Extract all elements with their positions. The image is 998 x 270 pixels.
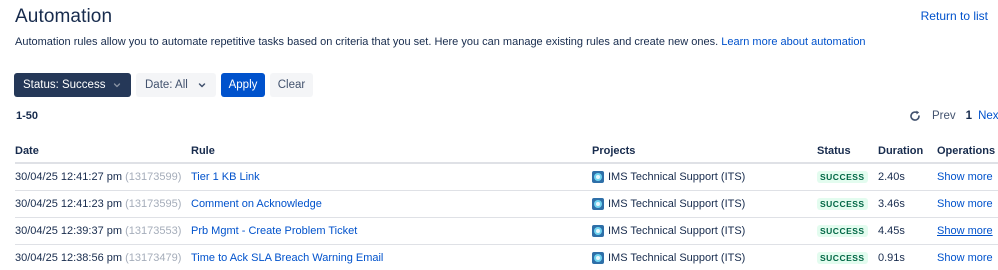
page-title: Automation (15, 6, 113, 27)
clear-button[interactable]: Clear (270, 73, 313, 97)
cell-duration: 3.46s (878, 190, 937, 218)
status-filter-dropdown[interactable]: Status: Success (14, 73, 131, 97)
row-timestamp: 30/04/25 12:38:56 pm (15, 251, 123, 264)
cell-date: 30/04/25 12:38:56 pm (13173479) (15, 244, 191, 270)
rule-link[interactable]: Comment on Acknowledge (191, 198, 322, 210)
prev-page-link: Prev (932, 110, 956, 122)
chevron-down-icon (197, 80, 207, 90)
cell-rule: Tier 1 KB Link (191, 163, 592, 191)
project: IMS Technical Support (ITS) (592, 251, 817, 264)
project-name: IMS Technical Support (ITS) (608, 197, 746, 210)
cell-project: IMS Technical Support (ITS) (592, 190, 817, 218)
cell-status: SUCCESS (817, 244, 878, 270)
project-name: IMS Technical Support (ITS) (608, 251, 746, 264)
table-header-row: Date Rule Projects Status Duration Opera… (15, 139, 998, 164)
project-name: IMS Technical Support (ITS) (608, 170, 746, 183)
cell-project: IMS Technical Support (ITS) (592, 244, 817, 270)
cell-duration: 0.91s (878, 244, 937, 270)
page-header: Automation (15, 6, 112, 28)
show-more-link[interactable]: Show more (937, 225, 993, 237)
pagination: Prev 1 Next (908, 108, 998, 124)
filter-bar: Status: Success Date: All Apply Clear (14, 73, 313, 97)
cell-duration: 4.45s (878, 217, 937, 245)
cell-duration: 2.40s (878, 163, 937, 191)
current-page: 1 (965, 110, 973, 122)
result-range: 1-50 (16, 110, 39, 122)
chevron-down-icon (112, 80, 122, 90)
project: IMS Technical Support (ITS) (592, 224, 817, 237)
cell-rule: Comment on Acknowledge (191, 190, 592, 218)
next-page-link[interactable]: Next (978, 110, 998, 122)
row-id: (13173599) (125, 170, 182, 183)
cell-status: SUCCESS (817, 217, 878, 245)
column-header-operations: Operations (937, 139, 998, 164)
column-header-rule[interactable]: Rule (191, 139, 592, 164)
cell-project: IMS Technical Support (ITS) (592, 217, 817, 245)
column-header-projects[interactable]: Projects (592, 139, 817, 164)
row-timestamp: 30/04/25 12:41:23 pm (15, 197, 123, 210)
cell-operations: Show more (937, 190, 998, 218)
cell-project: IMS Technical Support (ITS) (592, 163, 817, 191)
table-row: 30/04/25 12:41:27 pm (13173599) Tier 1 K… (15, 163, 998, 191)
cell-status: SUCCESS (817, 163, 878, 191)
apply-button[interactable]: Apply (221, 73, 265, 97)
cell-date: 30/04/25 12:39:37 pm (13173553) (15, 217, 191, 245)
row-timestamp: 30/04/25 12:41:27 pm (15, 170, 123, 183)
project-avatar-icon (592, 251, 604, 264)
project-avatar-icon (592, 224, 604, 237)
row-id: (13173595) (125, 197, 182, 210)
status-badge: SUCCESS (817, 251, 868, 264)
show-more-link[interactable]: Show more (937, 171, 993, 183)
column-header-status[interactable]: Status (817, 139, 878, 164)
project-avatar-icon (592, 170, 604, 183)
status-filter-label: Status: Success (23, 79, 106, 91)
date-filter-dropdown[interactable]: Date: All (136, 73, 216, 97)
row-id: (13173553) (125, 224, 182, 237)
status-badge: SUCCESS (817, 170, 868, 183)
table-row: 30/04/25 12:38:56 pm (13173479) Time to … (15, 244, 998, 270)
page-description: Automation rules allow you to automate r… (15, 36, 866, 48)
cell-date: 30/04/25 12:41:23 pm (13173595) (15, 190, 191, 218)
project: IMS Technical Support (ITS) (592, 170, 817, 183)
rule-link[interactable]: Tier 1 KB Link (191, 171, 260, 183)
column-header-duration[interactable]: Duration (878, 139, 937, 164)
column-header-date[interactable]: Date (15, 139, 191, 164)
row-id: (13173479) (125, 251, 182, 264)
cell-date: 30/04/25 12:41:27 pm (13173599) (15, 163, 191, 191)
row-timestamp: 30/04/25 12:39:37 pm (15, 224, 123, 237)
status-badge: SUCCESS (817, 224, 868, 237)
cell-operations: Show more (937, 163, 998, 191)
date-filter-label: Date: All (145, 79, 188, 91)
project-name: IMS Technical Support (ITS) (608, 224, 746, 237)
show-more-link[interactable]: Show more (937, 198, 993, 210)
cell-operations: Show more (937, 244, 998, 270)
learn-more-link[interactable]: Learn more about automation (721, 36, 865, 48)
description-text: Automation rules allow you to automate r… (15, 36, 722, 48)
refresh-icon[interactable] (908, 109, 922, 123)
cell-rule: Prb Mgmt - Create Problem Ticket (191, 217, 592, 245)
table-row: 30/04/25 12:39:37 pm (13173553) Prb Mgmt… (15, 217, 998, 245)
cell-operations: Show more (937, 217, 998, 245)
rule-link[interactable]: Prb Mgmt - Create Problem Ticket (191, 225, 357, 237)
table-row: 30/04/25 12:41:23 pm (13173595) Comment … (15, 190, 998, 218)
project: IMS Technical Support (ITS) (592, 197, 817, 210)
return-to-list-link[interactable]: Return to list (921, 9, 988, 23)
cell-status: SUCCESS (817, 190, 878, 218)
rule-link[interactable]: Time to Ack SLA Breach Warning Email (191, 252, 383, 264)
project-avatar-icon (592, 197, 604, 210)
audit-log-table: Date Rule Projects Status Duration Opera… (15, 139, 998, 270)
status-badge: SUCCESS (817, 197, 868, 210)
cell-rule: Time to Ack SLA Breach Warning Email (191, 244, 592, 270)
show-more-link[interactable]: Show more (937, 252, 993, 264)
